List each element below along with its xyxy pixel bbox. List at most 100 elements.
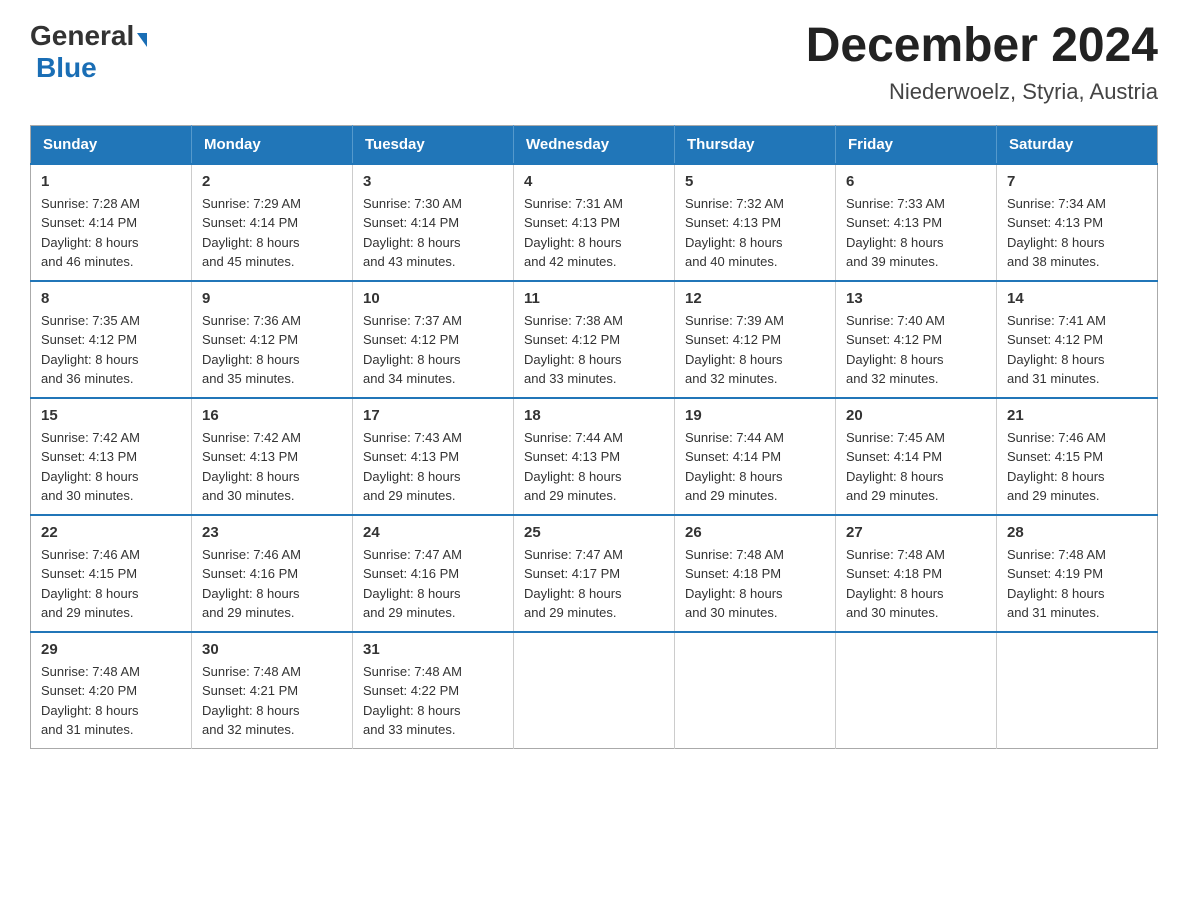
day-number: 2 [202,173,342,190]
page-header: General Blue December 2024 Niederwoelz, … [30,20,1158,105]
day-number: 29 [41,641,181,658]
calendar-cell: 28 Sunrise: 7:48 AMSunset: 4:19 PMDayligh… [997,515,1158,632]
day-info: Sunrise: 7:48 AMSunset: 4:18 PMDaylight:… [685,545,825,623]
calendar-cell: 31Sunrise: 7:48 AMSunset: 4:22 PMDayligh… [353,632,514,749]
day-info: Sunrise: 7:38 AMSunset: 4:12 PMDaylight:… [524,311,664,389]
day-number: 28 [1007,524,1147,541]
day-info: Sunrise: 7:44 AMSunset: 4:13 PMDaylight:… [524,428,664,506]
day-info: Sunrise: 7:42 AMSunset: 4:13 PMDaylight:… [202,428,342,506]
calendar-cell: 5 Sunrise: 7:32 AMSunset: 4:13 PMDaylight… [675,164,836,281]
calendar-cell: 14 Sunrise: 7:41 AMSunset: 4:12 PMDayligh… [997,281,1158,398]
day-number: 7 [1007,173,1147,190]
calendar-cell: 26 Sunrise: 7:48 AMSunset: 4:18 PMDayligh… [675,515,836,632]
day-info: Sunrise: 7:47 AMSunset: 4:17 PMDaylight:… [524,545,664,623]
calendar-cell: 3 Sunrise: 7:30 AMSunset: 4:14 PMDaylight… [353,164,514,281]
day-number: 24 [363,524,503,541]
calendar-cell [997,632,1158,749]
day-number: 6 [846,173,986,190]
day-number: 27 [846,524,986,541]
day-number: 21 [1007,407,1147,424]
day-number: 8 [41,290,181,307]
calendar-cell: 1 Sunrise: 7:28 AMSunset: 4:14 PMDaylight… [31,164,192,281]
day-info: Sunrise: 7:34 AMSunset: 4:13 PMDaylight:… [1007,194,1147,272]
day-info: Sunrise: 7:46 AMSunset: 4:16 PMDaylight:… [202,545,342,623]
day-number: 19 [685,407,825,424]
calendar-week-4: 22 Sunrise: 7:46 AMSunset: 4:15 PMDayligh… [31,515,1158,632]
day-info: Sunrise: 7:48 AMSunset: 4:18 PMDaylight:… [846,545,986,623]
logo: General Blue [30,20,147,84]
day-info: Sunrise: 7:37 AMSunset: 4:12 PMDaylight:… [363,311,503,389]
day-info: Sunrise: 7:46 AMSunset: 4:15 PMDaylight:… [1007,428,1147,506]
day-info: Sunrise: 7:48 AMSunset: 4:20 PMDaylight:… [41,662,181,740]
calendar-cell: 20Sunrise: 7:45 AMSunset: 4:14 PMDayligh… [836,398,997,515]
day-info: Sunrise: 7:46 AMSunset: 4:15 PMDaylight:… [41,545,181,623]
calendar-cell: 7 Sunrise: 7:34 AMSunset: 4:13 PMDaylight… [997,164,1158,281]
day-number: 9 [202,290,342,307]
day-number: 4 [524,173,664,190]
calendar-cell: 25 Sunrise: 7:47 AMSunset: 4:17 PMDayligh… [514,515,675,632]
header-friday: Friday [836,125,997,164]
day-info: Sunrise: 7:30 AMSunset: 4:14 PMDaylight:… [363,194,503,272]
location-title: Niederwoelz, Styria, Austria [806,79,1158,105]
calendar-cell: 8 Sunrise: 7:35 AMSunset: 4:12 PMDaylight… [31,281,192,398]
day-number: 22 [41,524,181,541]
calendar-cell: 12 Sunrise: 7:39 AMSunset: 4:12 PMDayligh… [675,281,836,398]
day-number: 25 [524,524,664,541]
day-info: Sunrise: 7:35 AMSunset: 4:12 PMDaylight:… [41,311,181,389]
day-number: 23 [202,524,342,541]
day-info: Sunrise: 7:48 AMSunset: 4:19 PMDaylight:… [1007,545,1147,623]
day-number: 11 [524,290,664,307]
day-number: 26 [685,524,825,541]
header-tuesday: Tuesday [353,125,514,164]
calendar-cell: 27 Sunrise: 7:48 AMSunset: 4:18 PMDayligh… [836,515,997,632]
day-number: 10 [363,290,503,307]
calendar-table: Sunday Monday Tuesday Wednesday Thursday… [30,125,1158,749]
calendar-cell: 4 Sunrise: 7:31 AMSunset: 4:13 PMDaylight… [514,164,675,281]
day-number: 17 [363,407,503,424]
day-info: Sunrise: 7:33 AMSunset: 4:13 PMDaylight:… [846,194,986,272]
logo-general-text: General [30,20,134,52]
header-monday: Monday [192,125,353,164]
calendar-cell [514,632,675,749]
header-wednesday: Wednesday [514,125,675,164]
logo-triangle-icon [137,33,147,47]
day-info: Sunrise: 7:44 AMSunset: 4:14 PMDaylight:… [685,428,825,506]
calendar-cell [675,632,836,749]
day-info: Sunrise: 7:29 AMSunset: 4:14 PMDaylight:… [202,194,342,272]
calendar-week-3: 15Sunrise: 7:42 AMSunset: 4:13 PMDayligh… [31,398,1158,515]
calendar-cell: 19 Sunrise: 7:44 AMSunset: 4:14 PMDayligh… [675,398,836,515]
day-info: Sunrise: 7:41 AMSunset: 4:12 PMDaylight:… [1007,311,1147,389]
day-number: 20 [846,407,986,424]
day-info: Sunrise: 7:31 AMSunset: 4:13 PMDaylight:… [524,194,664,272]
calendar-week-1: 1 Sunrise: 7:28 AMSunset: 4:14 PMDaylight… [31,164,1158,281]
day-number: 30 [202,641,342,658]
month-title: December 2024 [806,20,1158,73]
calendar-cell: 11 Sunrise: 7:38 AMSunset: 4:12 PMDayligh… [514,281,675,398]
calendar-cell: 2 Sunrise: 7:29 AMSunset: 4:14 PMDaylight… [192,164,353,281]
calendar-cell: 29 Sunrise: 7:48 AMSunset: 4:20 PMDayligh… [31,632,192,749]
day-info: Sunrise: 7:42 AMSunset: 4:13 PMDaylight:… [41,428,181,506]
calendar-cell [836,632,997,749]
day-info: Sunrise: 7:32 AMSunset: 4:13 PMDaylight:… [685,194,825,272]
calendar-week-5: 29 Sunrise: 7:48 AMSunset: 4:20 PMDayligh… [31,632,1158,749]
day-number: 31 [363,641,503,658]
day-number: 12 [685,290,825,307]
day-info: Sunrise: 7:47 AMSunset: 4:16 PMDaylight:… [363,545,503,623]
header-thursday: Thursday [675,125,836,164]
day-number: 1 [41,173,181,190]
day-info: Sunrise: 7:39 AMSunset: 4:12 PMDaylight:… [685,311,825,389]
day-number: 14 [1007,290,1147,307]
calendar-cell: 22 Sunrise: 7:46 AMSunset: 4:15 PMDayligh… [31,515,192,632]
calendar-cell: 16Sunrise: 7:42 AMSunset: 4:13 PMDayligh… [192,398,353,515]
calendar-cell: 10 Sunrise: 7:37 AMSunset: 4:12 PMDayligh… [353,281,514,398]
calendar-cell: 13Sunrise: 7:40 AMSunset: 4:12 PMDayligh… [836,281,997,398]
day-number: 13 [846,290,986,307]
calendar-cell: 21 Sunrise: 7:46 AMSunset: 4:15 PMDayligh… [997,398,1158,515]
calendar-cell: 15Sunrise: 7:42 AMSunset: 4:13 PMDayligh… [31,398,192,515]
calendar-cell: 9Sunrise: 7:36 AMSunset: 4:12 PMDaylight… [192,281,353,398]
day-number: 5 [685,173,825,190]
day-info: Sunrise: 7:48 AMSunset: 4:21 PMDaylight:… [202,662,342,740]
day-number: 3 [363,173,503,190]
calendar-cell: 18Sunrise: 7:44 AMSunset: 4:13 PMDayligh… [514,398,675,515]
day-info: Sunrise: 7:28 AMSunset: 4:14 PMDaylight:… [41,194,181,272]
